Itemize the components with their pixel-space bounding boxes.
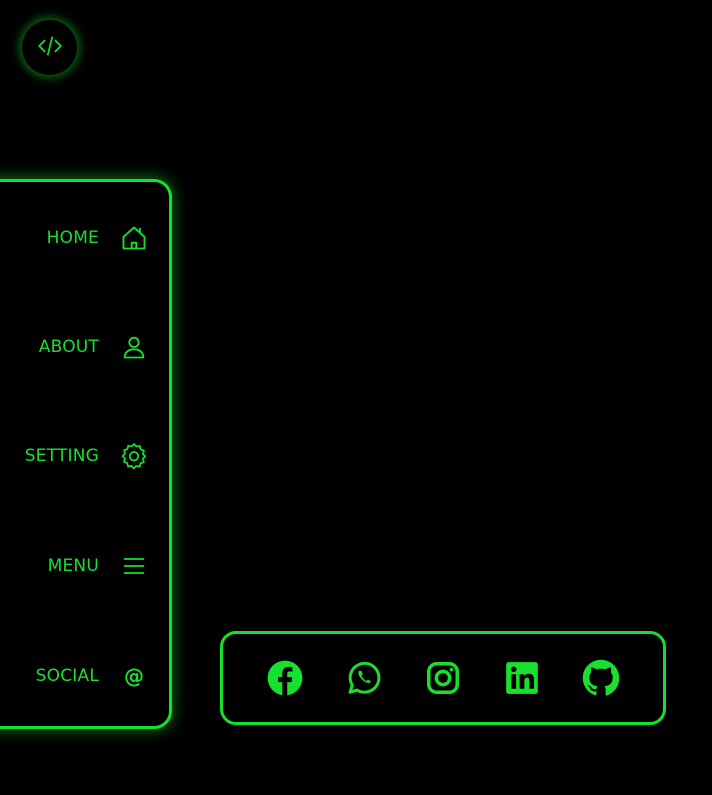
sidebar-item-label: SETTING	[24, 446, 99, 466]
home-icon	[119, 223, 149, 253]
whatsapp-icon[interactable]	[345, 659, 383, 697]
facebook-icon[interactable]	[266, 659, 304, 697]
sidebar-item-label: HOME	[46, 228, 99, 248]
sidebar-nav: HOME ABOUT SETTING MENU SOCIAL @	[0, 179, 172, 729]
sidebar-item-label: SOCIAL	[35, 666, 99, 686]
sidebar-item-home[interactable]: HOME	[47, 218, 149, 258]
sidebar-item-social[interactable]: SOCIAL @	[36, 656, 149, 696]
linkedin-icon[interactable]	[503, 659, 541, 697]
page: HOME ABOUT SETTING MENU SOCIAL @	[0, 0, 712, 795]
social-links-bar	[220, 631, 666, 725]
sidebar-item-label: ABOUT	[38, 337, 99, 357]
gear-icon	[119, 441, 149, 471]
sidebar-item-label: MENU	[47, 556, 99, 576]
code-toggle-button[interactable]	[22, 20, 77, 75]
instagram-icon[interactable]	[424, 659, 462, 697]
user-icon	[119, 332, 149, 362]
code-icon	[37, 33, 63, 63]
sidebar-item-setting[interactable]: SETTING	[25, 436, 149, 476]
menu-icon	[119, 551, 149, 581]
sidebar-item-about[interactable]: ABOUT	[39, 327, 149, 367]
github-icon[interactable]	[582, 659, 620, 697]
sidebar-item-menu[interactable]: MENU	[48, 546, 149, 586]
at-glyph: @	[124, 664, 144, 688]
at-icon: @	[119, 661, 149, 691]
